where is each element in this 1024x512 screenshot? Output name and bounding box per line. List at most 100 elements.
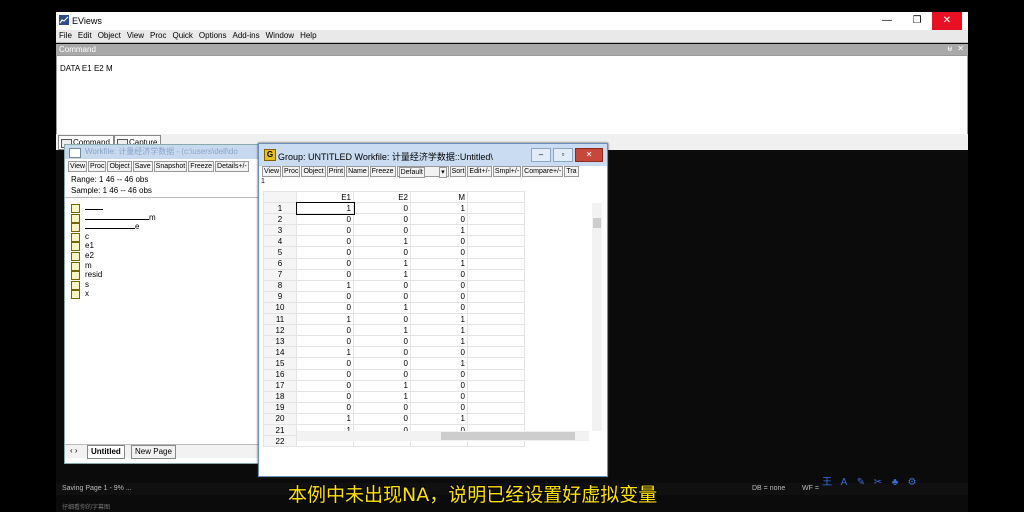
grp-print-button[interactable]: Print — [326, 166, 346, 177]
cell-m[interactable]: 0 — [410, 235, 468, 248]
menu-window[interactable]: Window — [263, 30, 297, 42]
cell-m[interactable]: 0 — [410, 290, 468, 303]
scrollbar-thumb[interactable] — [441, 432, 575, 440]
cell-e2[interactable]: 0 — [353, 368, 411, 381]
cell-e2[interactable]: 1 — [353, 301, 411, 315]
cell-empty[interactable] — [467, 379, 525, 392]
cell-e1[interactable]: 1 — [295, 201, 355, 215]
grp-name-button[interactable]: Name — [346, 166, 369, 177]
grp-view-button[interactable]: View — [262, 166, 282, 177]
list-item[interactable] — [71, 203, 156, 213]
cell-e1[interactable]: 0 — [296, 368, 354, 381]
scissors-icon[interactable]: ✂ — [871, 476, 885, 490]
menu-add-ins[interactable]: Add-ins — [230, 30, 263, 42]
cell-e2[interactable]: 1 — [353, 390, 411, 403]
list-item[interactable]: x — [71, 289, 156, 300]
column-header-e1[interactable]: E1 — [296, 190, 354, 204]
cell-m[interactable]: 0 — [410, 379, 468, 392]
input-method-icon[interactable]: 王 — [820, 476, 834, 490]
row-number[interactable]: 10 — [263, 301, 297, 315]
cell-e1[interactable]: 0 — [296, 246, 354, 259]
menu-proc[interactable]: Proc — [147, 30, 169, 42]
menu-view[interactable]: View — [124, 30, 147, 42]
row-number[interactable]: 13 — [263, 335, 297, 348]
gear-icon[interactable]: ⚙ — [905, 476, 919, 490]
column-header-empty[interactable] — [467, 190, 525, 204]
cell-e1[interactable]: 0 — [296, 257, 354, 270]
wf-view-button[interactable]: View — [68, 161, 88, 172]
minimize-button[interactable]: — — [872, 12, 902, 30]
font-icon[interactable]: A — [837, 476, 851, 490]
cell-empty[interactable] — [467, 324, 525, 337]
row-number[interactable]: 19 — [263, 401, 297, 414]
grp-sort-button[interactable]: Sort — [449, 166, 467, 177]
cell-empty[interactable] — [467, 257, 525, 270]
row-number[interactable]: 5 — [263, 246, 297, 259]
cell-m[interactable]: 1 — [410, 313, 468, 326]
vertical-scrollbar[interactable] — [592, 203, 602, 431]
horizontal-scrollbar[interactable] — [297, 431, 589, 441]
row-number[interactable]: 2 — [263, 213, 297, 226]
row-number[interactable]: 15 — [263, 357, 297, 370]
menu-help[interactable]: Help — [297, 30, 319, 42]
group-title-bar[interactable]: G Group: UNTITLED Workfile: 计量经济学数据::Unt… — [259, 144, 607, 166]
row-number[interactable]: 22 — [263, 435, 297, 448]
cell-e2[interactable]: 1 — [353, 257, 411, 270]
cell-e2[interactable]: 1 — [353, 379, 411, 392]
wf-details-button[interactable]: Details+/- — [215, 161, 249, 172]
cell-e2[interactable]: 0 — [353, 279, 411, 292]
cell-e2[interactable]: 0 — [353, 335, 411, 348]
cell-m[interactable]: 0 — [410, 368, 468, 381]
cell-empty[interactable] — [467, 357, 525, 370]
cell-e1[interactable]: 0 — [296, 301, 354, 315]
menu-file[interactable]: File — [56, 30, 75, 42]
cell-e1[interactable]: 0 — [296, 213, 354, 226]
wf-object-button[interactable]: Object — [107, 161, 132, 172]
cell-m[interactable]: 0 — [410, 246, 468, 259]
cell-e2[interactable]: 0 — [353, 313, 411, 326]
cell-empty[interactable] — [467, 412, 525, 425]
grp-transpose-button[interactable]: Tra — [564, 166, 579, 177]
cell-m[interactable]: 1 — [410, 335, 468, 348]
cell-m[interactable]: 1 — [410, 257, 468, 270]
cell-e1[interactable]: 0 — [296, 335, 354, 348]
tab-untitled[interactable]: Untitled — [87, 445, 125, 459]
cell-e1[interactable]: 0 — [296, 390, 354, 403]
format-select[interactable]: Default ▾ — [396, 166, 449, 178]
column-header-e2[interactable]: E2 — [353, 190, 411, 204]
cell-e2[interactable]: 0 — [353, 346, 411, 359]
cell-e1[interactable]: 0 — [296, 235, 354, 248]
cell-e1[interactable]: 0 — [296, 379, 354, 392]
cell-e2[interactable]: 0 — [353, 357, 411, 370]
grp-edit-button[interactable]: Edit+/- — [467, 166, 492, 177]
cell-e2[interactable]: 0 — [353, 401, 411, 414]
list-item[interactable]: c — [71, 232, 156, 242]
cell-empty[interactable] — [467, 224, 525, 237]
row-number[interactable]: 8 — [263, 279, 297, 292]
cell-e1[interactable]: 1 — [296, 346, 354, 359]
row-number[interactable]: 14 — [263, 346, 297, 359]
row-number[interactable]: 12 — [263, 324, 297, 337]
pin-icon[interactable]: ᵾ — [948, 44, 952, 53]
cell-e2[interactable]: 0 — [353, 246, 411, 259]
cell-m[interactable]: 0 — [410, 401, 468, 414]
row-number[interactable]: 1 — [263, 202, 297, 215]
cell-e2[interactable]: 0 — [353, 412, 411, 425]
list-item[interactable]: e2 — [71, 251, 156, 261]
cell-m[interactable]: 0 — [410, 213, 468, 226]
menu-object[interactable]: Object — [95, 30, 124, 42]
cell-e1[interactable]: 0 — [296, 224, 354, 237]
menu-edit[interactable]: Edit — [75, 30, 95, 42]
cell-m[interactable]: 1 — [410, 357, 468, 370]
row-number[interactable]: 11 — [263, 313, 297, 326]
menu-quick[interactable]: Quick — [169, 30, 195, 42]
cell-empty[interactable] — [467, 290, 525, 303]
cell-empty[interactable] — [467, 213, 525, 226]
cell-empty[interactable] — [467, 202, 525, 215]
row-number[interactable]: 21 — [263, 423, 297, 437]
group-close-button[interactable]: ✕ — [575, 148, 603, 162]
cell-m[interactable]: 1 — [410, 202, 468, 215]
cell-empty[interactable] — [467, 279, 525, 292]
cell-empty[interactable] — [467, 368, 525, 381]
row-number[interactable]: 17 — [263, 379, 297, 392]
